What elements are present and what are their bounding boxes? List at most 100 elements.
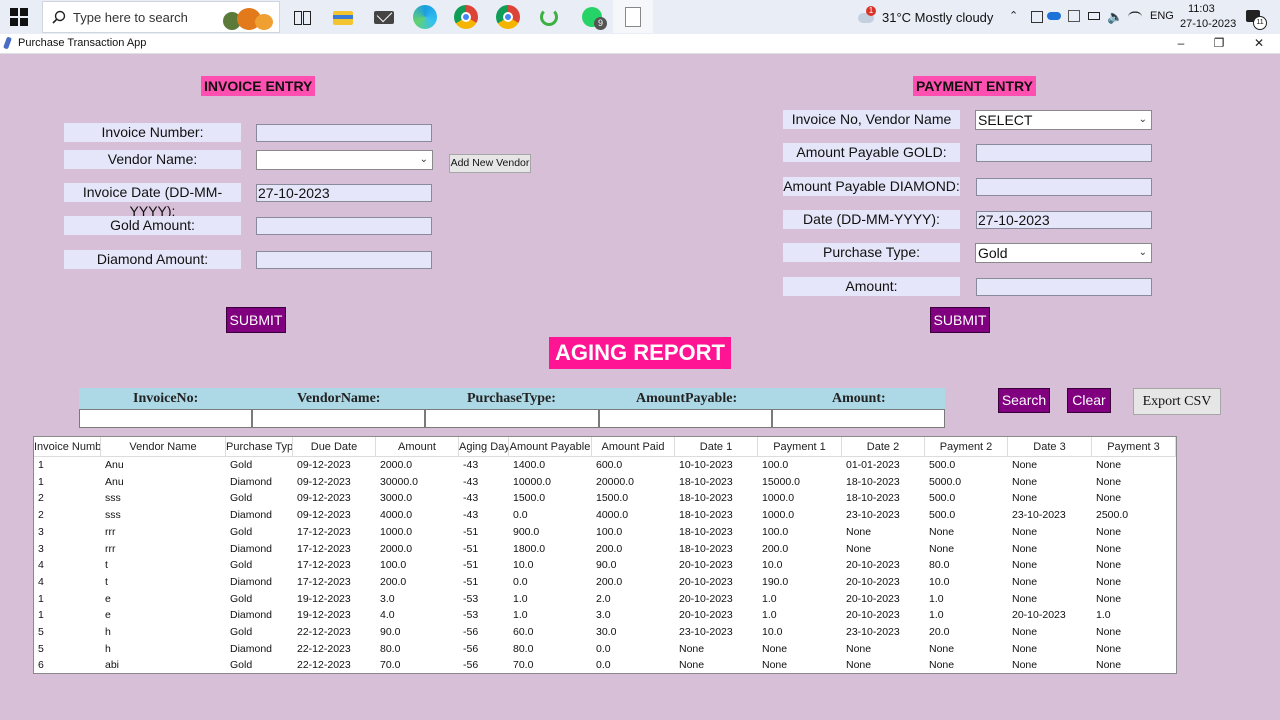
table-cell: None (1012, 592, 1038, 605)
table-cell: 3 (38, 542, 44, 555)
table-cell: 2 (38, 509, 44, 522)
maximize-button[interactable]: ❐ (1199, 34, 1239, 53)
purchase-type-select[interactable]: Gold ⌄ (975, 243, 1152, 263)
export-csv-button[interactable]: Export CSV (1133, 388, 1221, 415)
table-row[interactable]: 2 sss Diamond 09-12-2023 4000.0 -43 0.0 4000.0 1… (34, 507, 1176, 523)
table-cell: t (105, 575, 108, 588)
table-cell: -51 (463, 525, 479, 538)
speaker-icon[interactable]: 🔈 (1107, 9, 1123, 25)
table-cell: 0.0 (513, 575, 528, 588)
table-row[interactable]: 5 h Gold 22-12-2023 90.0 -56 60.0 30.0 23-10-202… (34, 624, 1176, 640)
table-cell: 4.0 (380, 609, 395, 622)
taskbar-search-box[interactable]: Type here to search (42, 1, 280, 33)
refresh-app-icon[interactable] (537, 5, 561, 29)
payment-date-input[interactable]: 27-10-2023 (976, 211, 1152, 229)
column-header[interactable]: Aging Day (459, 437, 509, 457)
payment-submit-button[interactable]: SUBMIT (930, 307, 990, 333)
table-cell: -51 (463, 575, 479, 588)
table-cell: 0.0 (513, 509, 528, 522)
add-new-vendor-button[interactable]: Add New Vendor (449, 154, 531, 173)
column-header[interactable]: Date 2 (842, 437, 925, 457)
table-row[interactable]: 3 rrr Diamond 17-12-2023 2000.0 -51 1800.0 200.… (34, 541, 1176, 557)
column-header[interactable]: Purchase Typ (226, 437, 293, 457)
clear-button[interactable]: Clear (1067, 388, 1111, 413)
battery-icon[interactable] (1031, 11, 1043, 23)
power-battery-icon[interactable] (1088, 12, 1100, 20)
table-cell: 30000.0 (380, 475, 418, 488)
table-row[interactable]: 1 e Gold 19-12-2023 3.0 -53 1.0 2.0 20-10-2023 1.… (34, 591, 1176, 607)
file-explorer-icon[interactable] (331, 5, 355, 29)
diamond-amount-input[interactable] (256, 251, 432, 269)
column-header[interactable]: Payment 3 (1092, 437, 1176, 457)
task-view-icon[interactable] (290, 5, 314, 29)
weather-text[interactable]: 31°C Mostly cloudy (882, 10, 993, 25)
app-tray-icon[interactable] (1068, 10, 1080, 22)
payment-amount-input[interactable] (976, 278, 1152, 296)
column-header[interactable]: Invoice Numb (34, 437, 101, 457)
chrome-profile-icon[interactable] (496, 5, 520, 29)
column-header[interactable]: Amount Payable (509, 437, 592, 457)
invoice-number-input[interactable] (256, 124, 432, 142)
column-header[interactable]: Due Date (293, 437, 376, 457)
minimize-button[interactable]: – (1161, 34, 1201, 53)
notification-center-icon[interactable]: 11 (1246, 10, 1267, 30)
edge-browser-icon[interactable] (413, 5, 437, 29)
pumpkins-icon (221, 4, 277, 32)
whatsapp-icon[interactable]: 9 (580, 5, 607, 30)
vendor-name-select[interactable]: ⌄ (256, 150, 433, 170)
table-cell: 09-12-2023 (297, 459, 351, 471)
clock-date[interactable]: 27-10-2023 (1180, 18, 1236, 30)
table-cell: 200.0 (596, 575, 623, 588)
filter-vendorname-input[interactable] (252, 409, 425, 428)
column-header[interactable]: Amount (376, 437, 459, 457)
weather-icon[interactable]: 1 (856, 6, 876, 24)
column-header[interactable]: Amount Paid (592, 437, 675, 457)
chrome-browser-icon[interactable] (454, 5, 478, 29)
table-row[interactable]: 3 rrr Gold 17-12-2023 1000.0 -51 900.0 100.0 18-… (34, 524, 1176, 540)
aging-report-table[interactable]: Invoice Numb Vendor Name Purchase Typ Due D… (33, 436, 1177, 674)
filter-purchasetype-input[interactable] (425, 409, 599, 428)
amount-payable-gold-input[interactable] (976, 144, 1152, 162)
clock-time[interactable]: 11:03 (1188, 3, 1215, 15)
search-button[interactable]: Search (998, 388, 1050, 413)
onedrive-cloud-icon[interactable] (1047, 12, 1061, 20)
chevron-up-icon[interactable]: ⌃ (1009, 9, 1018, 22)
table-row[interactable]: 1 e Diamond 19-12-2023 4.0 -53 1.0 3.0 20-10-202… (34, 607, 1176, 623)
table-cell: 1400.0 (513, 459, 546, 471)
table-row[interactable]: 2 sss Gold 09-12-2023 3000.0 -43 1500.0 1500.0 1… (34, 490, 1176, 506)
column-header[interactable]: Date 3 (1008, 437, 1092, 457)
table-row[interactable]: 5 h Diamond 22-12-2023 80.0 -56 80.0 0.0 None Non… (34, 641, 1176, 657)
column-header[interactable]: Payment 1 (758, 437, 842, 457)
gold-amount-input[interactable] (256, 217, 432, 235)
table-cell: Gold (230, 525, 253, 538)
invoice-vendor-select[interactable]: SELECT ⌄ (975, 110, 1152, 130)
table-row[interactable]: 4 t Gold 17-12-2023 100.0 -51 10.0 90.0 20-10-20… (34, 557, 1176, 573)
amount-payable-diamond-input[interactable] (976, 178, 1152, 196)
table-cell: 10.0 (762, 626, 783, 638)
language-indicator[interactable]: ENG (1150, 10, 1174, 22)
table-cell: None (929, 642, 955, 655)
filter-amountpayable-input[interactable] (599, 409, 772, 428)
windows-start-icon[interactable] (10, 8, 28, 26)
wifi-icon[interactable] (1128, 11, 1142, 22)
filter-invoiceno-input[interactable] (79, 409, 252, 428)
table-row[interactable]: 4 t Diamond 17-12-2023 200.0 -51 0.0 200.0 20-10… (34, 574, 1176, 590)
invoice-date-input[interactable]: 27-10-2023 (256, 184, 432, 202)
filter-amount-input[interactable] (772, 409, 945, 428)
table-cell: Gold (230, 592, 253, 605)
invoice-submit-button[interactable]: SUBMIT (226, 307, 286, 333)
mail-icon[interactable] (372, 5, 396, 29)
table-cell: None (1096, 642, 1122, 655)
table-cell: 1500.0 (513, 492, 546, 505)
column-header[interactable]: Date 1 (675, 437, 758, 457)
table-row[interactable]: 1 Anu Gold 09-12-2023 2000.0 -43 1400.0 600.0 10… (34, 457, 1176, 473)
table-row[interactable]: 1 Anu Diamond 09-12-2023 30000.0 -43 10000.0 20… (34, 474, 1176, 490)
table-row[interactable]: 6 abi Gold 22-12-2023 70.0 -56 70.0 0.0 None None… (34, 657, 1176, 673)
table-cell: 60.0 (513, 626, 534, 638)
taskbar-search-placeholder: Type here to search (73, 10, 188, 25)
close-button[interactable]: ✕ (1239, 34, 1279, 53)
column-header[interactable]: Vendor Name (101, 437, 226, 457)
document-app-icon[interactable] (613, 0, 653, 33)
column-header[interactable]: Payment 2 (925, 437, 1008, 457)
table-cell: None (1012, 492, 1038, 505)
